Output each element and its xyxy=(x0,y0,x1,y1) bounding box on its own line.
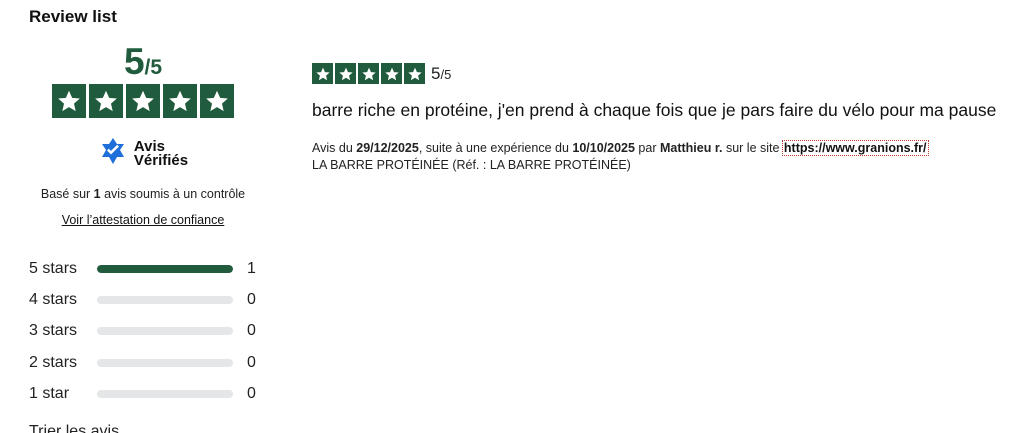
brand-line-2: Vérifiés xyxy=(133,151,189,169)
sort-reviews-heading: Trier les avis xyxy=(29,423,120,433)
distribution-count: 1 xyxy=(247,259,256,277)
distribution-bar xyxy=(97,264,233,273)
merchant-site-link[interactable]: https://www.granions.fr/ xyxy=(781,140,929,156)
distribution-row: 5 stars 1 xyxy=(29,253,269,284)
distribution-row: 3 stars 0 xyxy=(29,316,269,347)
overall-star-rating xyxy=(28,84,258,118)
review-star-rating: 5/5 xyxy=(312,63,1012,84)
star-icon xyxy=(126,84,160,118)
review-widget: Review list 5 /5 Avis Vérifiés Basé sur … xyxy=(0,0,1024,433)
distribution-label: 1 star xyxy=(29,384,70,402)
rating-summary: 5 /5 Avis Vérifiés Basé sur 1 avis soumi… xyxy=(28,40,258,229)
overall-score: 5 /5 xyxy=(28,40,258,84)
star-icon xyxy=(381,63,402,84)
distribution-label: 4 stars xyxy=(29,290,78,308)
review-item: 5/5 barre riche en protéine, j'en prend … xyxy=(312,63,1012,174)
trust-certificate-link[interactable]: Voir l’attestation de confiance xyxy=(62,213,225,227)
star-icon xyxy=(200,84,234,118)
star-icon xyxy=(358,63,379,84)
meta-mid-2: par xyxy=(634,141,660,155)
distribution-count: 0 xyxy=(247,384,256,402)
distribution-row: 2 stars 0 xyxy=(29,347,269,378)
distribution-label: 3 stars xyxy=(29,322,78,340)
avis-verifies-logo: Avis Vérifiés xyxy=(28,136,258,171)
meta-prefix: Avis du xyxy=(312,141,357,155)
review-text: barre riche en protéine, j'en prend à ch… xyxy=(312,100,997,120)
score-max: /5 xyxy=(144,56,163,79)
reviewed-product: LA BARRE PROTÉINÉE (Réf. : LA BARRE PROT… xyxy=(312,158,631,172)
star-icon xyxy=(52,84,86,118)
meta-mid-1: , suite à une expérience du xyxy=(418,141,573,155)
based-prefix: Basé sur xyxy=(40,187,94,201)
review-author: Matthieu r. xyxy=(659,141,723,155)
star-icon xyxy=(163,84,197,118)
distribution-bar xyxy=(97,358,233,367)
distribution-row: 1 star 0 xyxy=(29,378,269,409)
star-icon xyxy=(335,63,356,84)
experience-date: 10/10/2025 xyxy=(572,141,635,155)
review-score: 5/5 xyxy=(431,64,451,84)
based-suffix: avis soumis à un contrôle xyxy=(100,187,246,201)
avis-verifies-wordmark: Avis Vérifiés xyxy=(133,139,189,169)
distribution-row: 4 stars 0 xyxy=(29,284,269,315)
section-title: Review list xyxy=(29,7,117,26)
star-icon xyxy=(312,63,333,84)
distribution-fill xyxy=(97,264,233,273)
distribution-bar xyxy=(97,327,233,336)
star-icon xyxy=(404,63,425,84)
distribution-bar xyxy=(97,295,233,304)
distribution-count: 0 xyxy=(247,353,256,371)
distribution-count: 0 xyxy=(247,322,256,340)
star-icon xyxy=(89,84,123,118)
score-value: 5 xyxy=(123,41,145,82)
distribution-count: 0 xyxy=(247,290,256,308)
review-score-max: /5 xyxy=(440,66,452,82)
based-count: 1 xyxy=(93,187,101,201)
rating-distribution: 5 stars 1 4 stars 0 3 stars 0 2 stars 0 … xyxy=(29,253,269,409)
review-date: 29/12/2025 xyxy=(356,141,419,155)
avis-verifies-logo-icon xyxy=(98,136,128,171)
distribution-label: 2 stars xyxy=(29,353,78,371)
review-count-text: Basé sur 1 avis soumis à un contrôle xyxy=(28,187,258,201)
distribution-label: 5 stars xyxy=(29,259,78,277)
distribution-bar xyxy=(97,389,233,398)
review-metadata: Avis du 29/12/2025, suite à une expérien… xyxy=(312,140,1012,174)
meta-mid-3: sur le site xyxy=(722,141,783,155)
